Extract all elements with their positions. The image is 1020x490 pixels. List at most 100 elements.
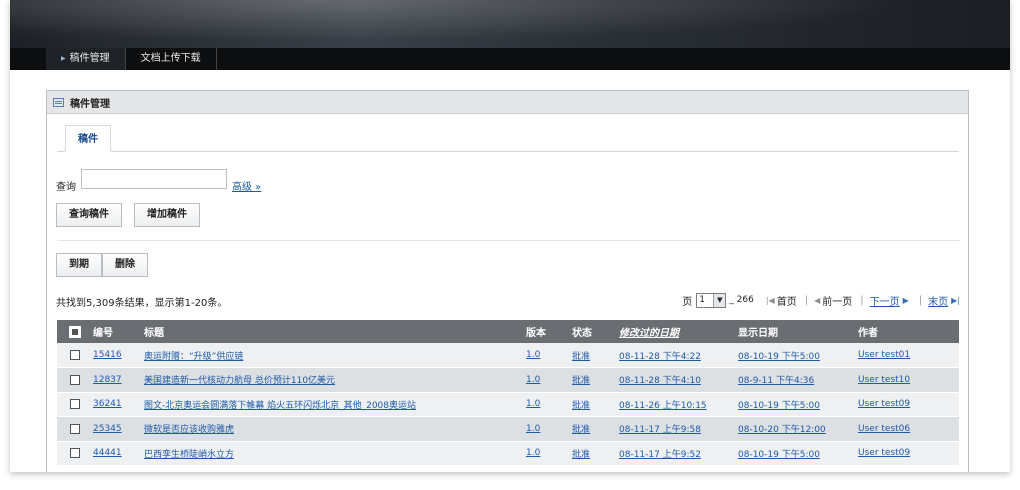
prev-page-button[interactable]: ◀ 前一页	[814, 293, 852, 308]
nav-item-document-upload-download[interactable]: 文档上传下载	[126, 48, 217, 70]
last-page-icon: ▶|	[951, 295, 960, 305]
row-author-cell: User test09	[858, 441, 959, 466]
row-version-link[interactable]: 1.0	[526, 424, 540, 434]
column-header-modified-date[interactable]: 修改过的日期	[619, 320, 738, 343]
row-id-link[interactable]: 25345	[93, 424, 122, 434]
row-modified-link[interactable]: 08-11-26 上午10:15	[619, 401, 707, 411]
pager-divider: |	[918, 294, 923, 306]
row-checkbox[interactable]	[70, 448, 80, 458]
row-version-link[interactable]: 1.0	[526, 399, 540, 409]
advanced-search-link[interactable]: 高级 »	[232, 178, 261, 193]
header-banner	[10, 0, 1010, 48]
total-pages: _ 266	[729, 295, 754, 305]
arrow-right-icon: ▶	[61, 55, 66, 62]
table-row: 12837 美国建造新一代核动力航母 总价预计110亿美元 1.0 批准 08-…	[57, 367, 959, 393]
row-title-cell: 图文-北京奥运会圆满落下帷幕 焰火五环闪烁北京_其他_2008奥运站	[144, 392, 526, 417]
row-checkbox[interactable]	[70, 374, 80, 385]
row-checkbox[interactable]	[70, 423, 80, 434]
delete-button[interactable]: 删除	[102, 253, 148, 277]
divider	[57, 240, 960, 241]
row-title-link[interactable]: 美国建造新一代核动力航母 总价预计110亿美元	[144, 376, 335, 386]
last-page-button[interactable]: 末页 ▶|	[928, 293, 962, 308]
row-checkbox[interactable]	[70, 349, 80, 360]
row-modified-link[interactable]: 08-11-17 上午9:58	[619, 425, 701, 435]
row-checkbox[interactable]	[70, 399, 80, 409]
row-modified-link[interactable]: 08-11-28 下午4:10	[619, 376, 701, 386]
search-input[interactable]	[81, 169, 227, 189]
nav-item-manuscript-management[interactable]: ▶ 稿件管理	[46, 48, 126, 70]
row-title-link[interactable]: 巴西孪生桥陡峭水立方	[144, 450, 234, 460]
row-display-date-link[interactable]: 08-9-11 下午4:36	[738, 376, 814, 386]
row-display-date-link[interactable]: 08-10-20 下午12:00	[738, 425, 826, 435]
column-header-author[interactable]: 作者	[858, 320, 959, 343]
tab-bar: 稿件	[57, 125, 959, 152]
column-header-id[interactable]: 编号	[93, 320, 144, 343]
expire-button[interactable]: 到期	[56, 253, 102, 277]
nav-item-label: 稿件管理	[69, 53, 110, 64]
row-display-date-link[interactable]: 08-10-19 下午5:00	[738, 352, 820, 362]
row-id-cell: 12837	[93, 367, 144, 393]
select-all-checkbox[interactable]	[69, 325, 81, 338]
first-page-label: 首页	[776, 296, 797, 308]
panel-header: 稿件管理	[47, 91, 968, 114]
tab-manuscript[interactable]: 稿件	[65, 125, 111, 152]
table-row: 15416 奥运附赠：“升级”供应链 1.0 批准 08-11-28 下午4:2…	[57, 343, 959, 368]
prev-page-label: 前一页	[822, 296, 853, 308]
pager-divider: |	[860, 294, 864, 306]
manuscript-table: 编号 标题 版本 状态 修改过的日期 显示日期 作者 15416 奥运附赠：“升…	[57, 320, 959, 466]
row-status-link[interactable]: 批准	[572, 352, 590, 362]
row-author-link[interactable]: User test09	[858, 399, 910, 409]
row-status-link[interactable]: 批准	[572, 376, 590, 386]
row-status-link[interactable]: 批准	[572, 425, 590, 435]
next-page-icon: ▶	[902, 295, 909, 305]
row-version-cell: 1.0	[526, 343, 572, 368]
column-header-status[interactable]: 状态	[572, 320, 619, 343]
row-display-date-link[interactable]: 08-10-19 下午5:00	[738, 401, 820, 411]
column-header-version[interactable]: 版本	[526, 320, 572, 343]
app-window: ▶ 稿件管理 文档上传下载 稿件管理 稿件 查询 高级 » 查询稿件 增加稿件 到…	[10, 0, 1010, 472]
row-display-date-cell: 08-10-19 下午5:00	[738, 392, 858, 417]
row-display-date-link[interactable]: 08-10-19 下午5:00	[738, 450, 820, 460]
first-page-button[interactable]: |◀ 首页	[766, 293, 797, 308]
row-status-cell: 批准	[572, 416, 619, 442]
row-title-link[interactable]: 微软是否应该收购雅虎	[144, 425, 234, 435]
next-page-label: 下一页	[869, 296, 900, 308]
row-id-link[interactable]: 44441	[93, 448, 122, 458]
row-id-link[interactable]: 15416	[93, 350, 122, 360]
row-select-cell	[57, 441, 93, 466]
last-page-label: 末页	[928, 296, 949, 308]
next-page-button[interactable]: 下一页 ▶	[870, 293, 911, 308]
row-version-link[interactable]: 1.0	[526, 375, 540, 385]
table-row: 44441 巴西孪生桥陡峭水立方 1.0 批准 08-11-17 上午9:52 …	[57, 441, 959, 466]
table-header-row: 编号 标题 版本 状态 修改过的日期 显示日期 作者	[57, 320, 959, 343]
row-modified-link[interactable]: 08-11-17 上午9:52	[619, 450, 701, 460]
row-title-cell: 奥运附赠：“升级”供应链	[144, 343, 526, 368]
column-header-title[interactable]: 标题	[144, 320, 526, 343]
add-manuscript-button[interactable]: 增加稿件	[134, 203, 200, 227]
row-status-cell: 批准	[572, 441, 619, 466]
row-status-link[interactable]: 批准	[572, 401, 590, 411]
row-author-link[interactable]: User test01	[858, 350, 910, 360]
row-id-link[interactable]: 36241	[93, 399, 122, 409]
row-version-link[interactable]: 1.0	[526, 448, 540, 458]
row-modified-link[interactable]: 08-11-28 下午4:22	[619, 352, 701, 362]
query-manuscript-button[interactable]: 查询稿件	[56, 203, 122, 227]
row-title-link[interactable]: 奥运附赠：“升级”供应链	[144, 352, 243, 362]
select-all-cell	[57, 320, 93, 343]
row-select-cell	[57, 416, 93, 442]
row-status-cell: 批准	[572, 343, 619, 368]
row-modified-cell: 08-11-28 下午4:10	[619, 367, 738, 393]
pager-divider: |	[804, 294, 809, 306]
row-status-link[interactable]: 批准	[572, 450, 590, 460]
row-id-link[interactable]: 12837	[93, 375, 122, 385]
row-id-cell: 15416	[93, 343, 144, 368]
column-header-display-date[interactable]: 显示日期	[738, 320, 858, 343]
row-display-date-cell: 08-10-20 下午12:00	[738, 416, 858, 442]
row-author-link[interactable]: User test06	[858, 424, 910, 434]
chevron-down-icon: ▼	[713, 293, 726, 307]
row-version-link[interactable]: 1.0	[526, 350, 540, 360]
page-select[interactable]: 1 ▼	[696, 292, 727, 308]
row-author-link[interactable]: User test10	[858, 375, 910, 385]
row-author-link[interactable]: User test09	[858, 448, 910, 458]
row-title-link[interactable]: 图文-北京奥运会圆满落下帷幕 焰火五环闪烁北京_其他_2008奥运站	[144, 401, 416, 411]
